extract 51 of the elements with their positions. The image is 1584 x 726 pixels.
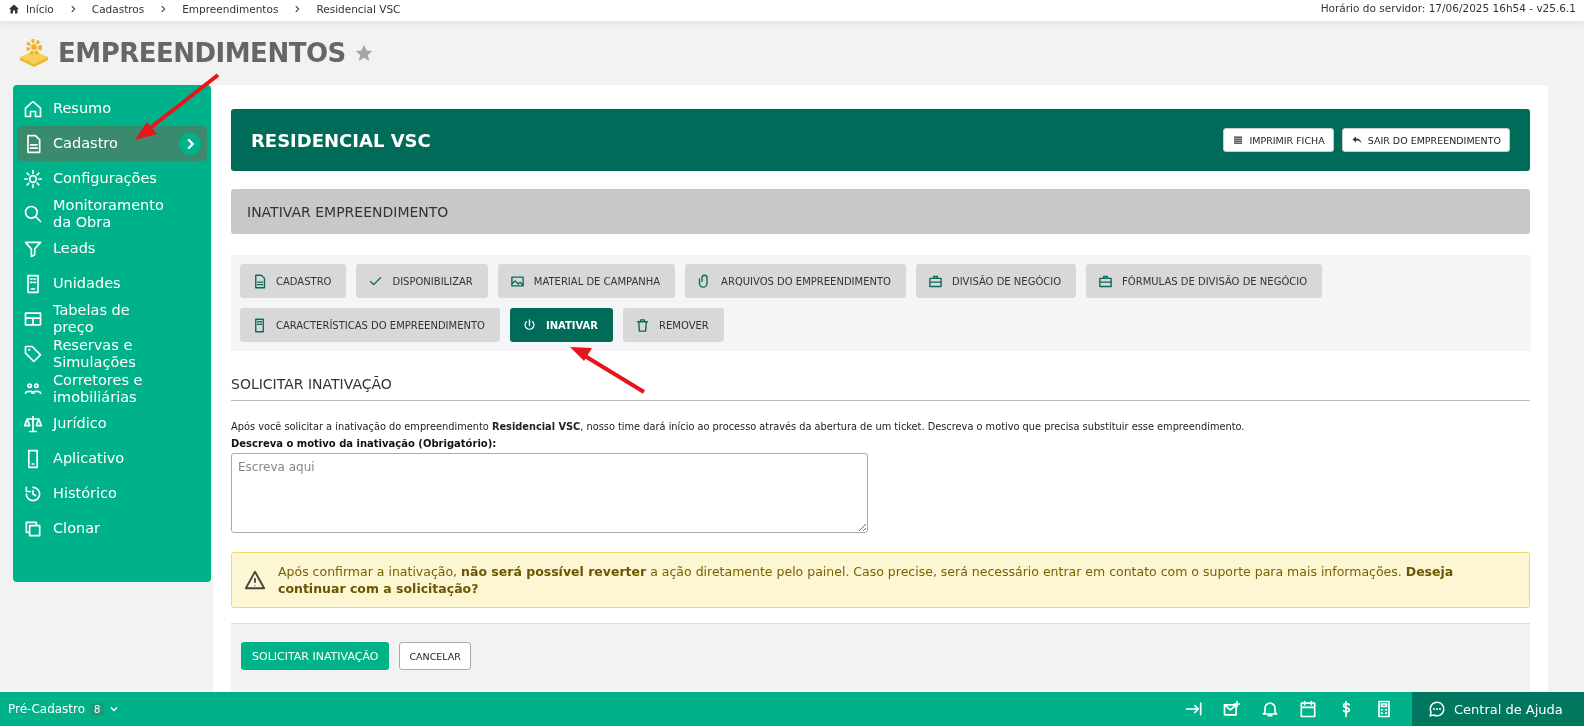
tab-icon: [635, 317, 651, 333]
help-button[interactable]: Central de Ajuda: [1412, 692, 1584, 726]
reason-field[interactable]: Escreva aqui: [231, 453, 868, 533]
sidebar-item[interactable]: Cadastro: [17, 126, 207, 161]
count-badge: 8: [90, 702, 105, 716]
gear-box-icon: [18, 37, 50, 69]
tab-icon: [252, 317, 267, 333]
header-button[interactable]: IMPRIMIR FICHA: [1223, 128, 1334, 152]
section-title: INATIVAR EMPREENDIMENTO: [247, 203, 449, 220]
tab[interactable]: DISPONIBILIZAR: [356, 264, 488, 298]
star-icon[interactable]: [353, 43, 374, 63]
toolbar-icon[interactable]: [1184, 699, 1204, 719]
tab[interactable]: CADASTRO: [240, 264, 347, 298]
page-title: EMPREENDIMENTOS: [58, 38, 346, 68]
intro-text: Após você solicitar a inativação do empreendimento Residencial VSC, nosso time dará início ao processo através da abertura de um ticket. Descreva o motivo que precisa substituir esse empreendimento.: [231, 421, 1246, 432]
warning-text: Após confirmar a inativação, não será possível reverter a ação diretamente pelo painel. Caso precise, será necessário entrar em contato com o suporte para mais informações. Deseja continuar com a solicitação?: [278, 563, 1455, 597]
warning-icon: [244, 569, 266, 591]
breadcrumb-link[interactable]: Início: [26, 4, 54, 14]
form-title: SOLICITAR INATIVAÇÃO: [231, 376, 1530, 401]
menu-item-icon: [23, 413, 43, 434]
list-icon: [1232, 134, 1245, 146]
tab[interactable]: CARACTERÍSTICAS DO EMPREENDIMENTO: [240, 308, 500, 342]
tab[interactable]: ARQUIVOS DO EMPREENDIMENTO: [685, 264, 906, 298]
tab-icon: [509, 273, 525, 289]
home-icon: [8, 3, 20, 15]
tab[interactable]: FÓRMULAS DE DIVISÃO DE NEGÓCIO: [1086, 264, 1323, 298]
project-name: RESIDENCIAL VSC: [251, 129, 431, 151]
tab[interactable]: MATERIAL DE CAMPANHA: [497, 264, 676, 298]
breadcrumb-link[interactable]: Cadastros: [91, 4, 145, 14]
breadcrumb-link[interactable]: Empreendimentos: [182, 4, 279, 14]
menu-item-icon: [23, 168, 43, 189]
header-button[interactable]: SAIR DO EMPREENDIMENTO: [1341, 128, 1510, 152]
tab-icon: [252, 273, 267, 289]
server-info: Horário do servidor: 17/06/2025 16h54 - v25.6.1: [1320, 3, 1576, 13]
tab[interactable]: INATIVAR: [509, 308, 614, 342]
tab-icon: [521, 317, 537, 333]
tab-icon: [1098, 273, 1114, 289]
toolbar-icon[interactable]: [1222, 699, 1242, 719]
toolbar-icon[interactable]: [1298, 699, 1318, 719]
menu-item-icon: [23, 203, 43, 224]
toolbar-icon[interactable]: [1260, 699, 1280, 719]
menu-item-icon: [23, 98, 43, 119]
breadcrumb-link[interactable]: Residencial VSC: [316, 4, 401, 14]
tab[interactable]: DIVISÃO DE NEGÓCIO: [915, 264, 1077, 298]
tab[interactable]: REMOVER: [623, 308, 724, 342]
field-label: Descreva o motivo da inativação (Obrigatório):: [231, 438, 498, 449]
cancel-button[interactable]: CANCELAR: [399, 642, 471, 670]
chevron-icon: [179, 132, 201, 155]
tab-icon: [927, 273, 943, 289]
chat-icon: [1428, 700, 1446, 718]
menu-item-icon: [23, 343, 43, 364]
